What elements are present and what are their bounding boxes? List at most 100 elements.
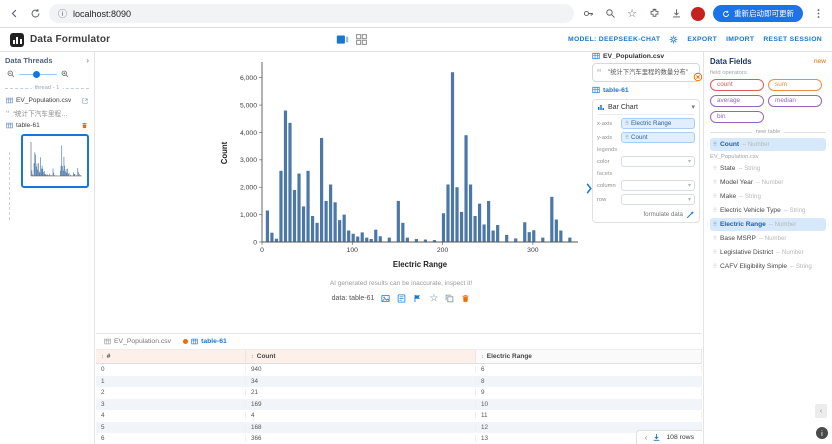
reload-icon[interactable] bbox=[28, 7, 42, 21]
download-table-icon[interactable] bbox=[652, 433, 661, 442]
table-row[interactable]: 0 940 6 bbox=[96, 364, 702, 376]
table-row[interactable]: 5 168 12 bbox=[96, 421, 702, 433]
field-item-make[interactable]: ⠿ Make -- String bbox=[710, 190, 826, 203]
site-info-icon[interactable]: ⓘ bbox=[58, 7, 67, 20]
new-field-button[interactable]: new bbox=[814, 58, 826, 65]
field-name: Electric Range bbox=[720, 221, 766, 228]
import-link[interactable]: IMPORT bbox=[726, 36, 754, 43]
grid-view-icon[interactable] bbox=[355, 33, 368, 46]
svg-text:3,000: 3,000 bbox=[240, 157, 257, 164]
prompt-card[interactable]: “ "统计下汽车里程的数量分布" bbox=[592, 63, 703, 83]
magic-wand-icon bbox=[686, 210, 695, 219]
table-row[interactable]: 3 169 10 bbox=[96, 398, 702, 410]
color-field[interactable]: ▾ bbox=[621, 156, 695, 168]
row-field[interactable]: ▾ bbox=[621, 194, 695, 206]
search-icon[interactable] bbox=[603, 7, 617, 21]
app-logo-icon bbox=[10, 32, 24, 47]
chart-type-value: Bar Chart bbox=[608, 103, 638, 111]
tab-label: table-61 bbox=[201, 338, 227, 345]
favorite-star-icon[interactable]: ☆ bbox=[429, 293, 438, 304]
downloads-icon[interactable] bbox=[669, 7, 683, 21]
svg-text:0: 0 bbox=[260, 247, 264, 254]
panel-toggle-button[interactable]: ‹ bbox=[815, 404, 827, 418]
table-row[interactable]: 6 366 13 bbox=[96, 433, 702, 444]
export-link[interactable]: EXPORT bbox=[687, 36, 717, 43]
formulate-data-button[interactable]: formulate data bbox=[597, 210, 695, 219]
data-source-label: data: table-61 bbox=[331, 295, 375, 302]
table-cell: 34 bbox=[246, 377, 476, 385]
config-derived-table[interactable]: table-61 bbox=[592, 86, 700, 94]
thread-item-derived-table[interactable]: table-61 bbox=[5, 120, 89, 131]
reset-session-link[interactable]: RESET SESSION bbox=[763, 36, 822, 43]
save-image-icon[interactable] bbox=[381, 294, 390, 303]
sort-icon: ↕ bbox=[251, 353, 254, 360]
delete-chart-icon[interactable] bbox=[461, 294, 470, 303]
dismiss-prompt-icon[interactable] bbox=[693, 72, 703, 82]
column-header-label: Electric Range bbox=[486, 353, 532, 360]
column-header-electric-range[interactable]: ↕ Electric Range bbox=[476, 350, 702, 363]
column-header-index[interactable]: ↕ # bbox=[96, 350, 246, 363]
browser-menu-icon[interactable] bbox=[811, 7, 825, 21]
carousel-view-icon[interactable] bbox=[336, 33, 349, 46]
field-item-electric-vehicle-type[interactable]: ⠿ Electric Vehicle Type -- String bbox=[710, 204, 826, 217]
operator-chip-median[interactable]: median bbox=[768, 95, 822, 107]
copy-chart-icon[interactable] bbox=[445, 294, 454, 303]
column-field[interactable]: ▾ bbox=[621, 180, 695, 192]
chart-config-panel: EV_Population.csv “ "统计下汽车里程的数量分布" table… bbox=[592, 52, 703, 334]
bookmark-star-icon[interactable]: ☆ bbox=[625, 7, 639, 21]
column-header-count[interactable]: ↕ Count bbox=[246, 350, 476, 363]
table-cell: 940 bbox=[246, 366, 476, 374]
table-row[interactable]: 1 34 8 bbox=[96, 375, 702, 387]
field-item-model-year[interactable]: ⠿ Model Year -- Number bbox=[710, 176, 826, 189]
field-item-state[interactable]: ⠿ State -- String bbox=[710, 162, 826, 175]
zoom-out-icon[interactable] bbox=[7, 70, 15, 78]
field-item-count[interactable]: ⠿ Count -- Number bbox=[710, 138, 826, 151]
data-threads-sidebar: Data Threads › thread - 1 EV_Population.… bbox=[0, 52, 95, 444]
operator-chip-bin[interactable]: bin bbox=[710, 111, 764, 123]
field-name: Count bbox=[720, 141, 740, 148]
operator-chip-sum[interactable]: sum bbox=[768, 79, 822, 91]
chart-type-select[interactable]: Bar Chart ▾ bbox=[597, 103, 695, 116]
x-axis-field[interactable]: ⠿ Electric Range bbox=[621, 118, 695, 130]
collapse-threads-icon[interactable]: › bbox=[86, 56, 89, 65]
tab-ev-population[interactable]: EV_Population.csv bbox=[104, 338, 171, 345]
config-dataset-label: EV_Population.csv bbox=[603, 52, 665, 60]
view-code-icon[interactable] bbox=[397, 294, 406, 303]
table-row[interactable]: 2 21 9 bbox=[96, 387, 702, 399]
svg-text:6,000: 6,000 bbox=[240, 75, 257, 82]
operator-chip-count[interactable]: count bbox=[710, 79, 764, 91]
zoom-in-icon[interactable] bbox=[61, 70, 69, 78]
key-icon[interactable] bbox=[581, 7, 595, 21]
y-axis-field[interactable]: ⠿ Count bbox=[621, 132, 695, 144]
field-type: -- String bbox=[738, 165, 761, 172]
thumbnail-chart bbox=[30, 142, 82, 177]
address-bar[interactable]: ⓘ localhost:8090 bbox=[49, 4, 574, 23]
back-icon[interactable] bbox=[7, 7, 21, 21]
model-settings-gear-icon[interactable] bbox=[669, 35, 678, 44]
model-selector[interactable]: MODEL: DEEPSEEK-CHAT bbox=[568, 36, 660, 43]
open-table-icon[interactable] bbox=[82, 97, 88, 104]
delete-table-icon[interactable] bbox=[81, 122, 88, 129]
thread-item-dataset[interactable]: EV_Population.csv bbox=[5, 95, 89, 106]
bar-chart: 0 1,000 2,000 3,000 4,000 5,000 6,000 0 100 200 30… bbox=[220, 62, 578, 269]
url-text: localhost:8090 bbox=[73, 8, 132, 19]
table-cell: 9 bbox=[476, 389, 702, 397]
chevron-left-icon[interactable]: ‹ bbox=[645, 433, 648, 442]
field-item-base-msrp[interactable]: ⠿ Base MSRP -- Number bbox=[710, 232, 826, 245]
tab-table-61[interactable]: table-61 bbox=[183, 338, 227, 345]
info-icon[interactable]: i bbox=[816, 427, 828, 439]
drag-handle-icon: ⠿ bbox=[713, 193, 718, 200]
field-item-cafv-eligibility-simple[interactable]: ⠿ CAFV Eligibility Simple -- String bbox=[710, 260, 826, 273]
field-item-electric-range[interactable]: ⠿ Electric Range -- Number bbox=[710, 218, 826, 231]
field-item-legislative-district[interactable]: ⠿ Legislative District -- Number bbox=[710, 246, 826, 259]
zoom-slider[interactable] bbox=[19, 70, 57, 78]
table-row[interactable]: 4 4 11 bbox=[96, 410, 702, 422]
thread-item-prompt[interactable]: “ "统计下汽车里程的数量分布" bbox=[5, 106, 89, 120]
report-flag-icon[interactable] bbox=[413, 294, 422, 303]
extensions-icon[interactable] bbox=[647, 7, 661, 21]
profile-avatar[interactable] bbox=[691, 6, 705, 21]
update-browser-button[interactable]: 重新启动即可更新 bbox=[713, 5, 803, 22]
chart-thumbnail-selected[interactable] bbox=[21, 134, 89, 188]
operator-chip-average[interactable]: average bbox=[710, 95, 764, 107]
zoom-slider-thumb[interactable] bbox=[33, 70, 40, 78]
